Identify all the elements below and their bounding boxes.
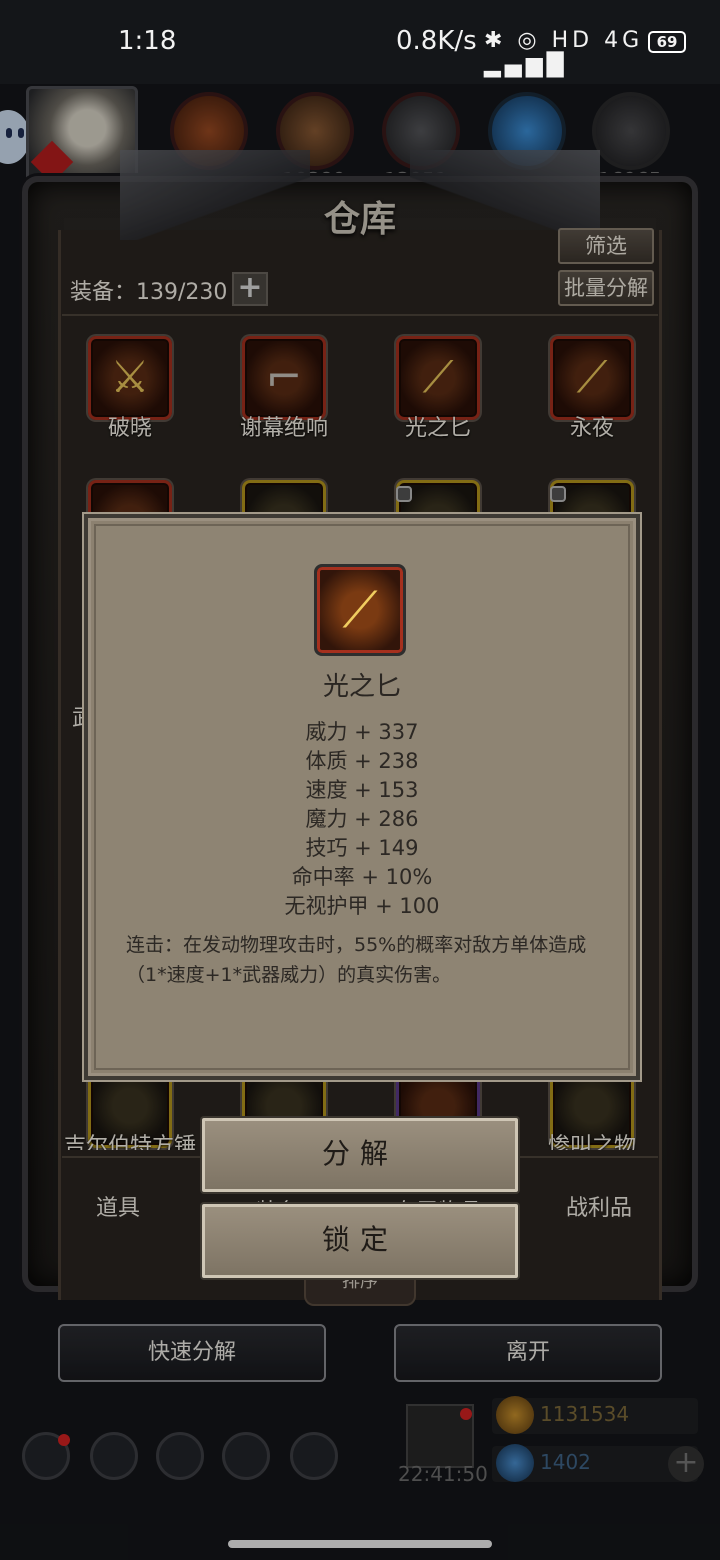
network-speed: 0.8K/s	[396, 26, 477, 56]
item-detail-name: 光之匕	[322, 672, 401, 702]
stat-line: 技巧 + 149	[305, 836, 419, 860]
stat-line: 命中率 + 10%	[291, 865, 433, 889]
stat-line: 魔力 + 286	[305, 807, 419, 831]
decompose-button[interactable]: 分解	[202, 1118, 518, 1192]
dagger-icon: ⟋	[342, 581, 378, 639]
lock-button[interactable]: 锁定	[202, 1204, 518, 1278]
item-detail-icon: ⟋	[314, 564, 406, 656]
battery-indicator: 69	[648, 31, 686, 53]
status-bar: 1:18 0.8K/s ✱ ◎ HD 4G ▂▄▆█ 69	[0, 0, 720, 84]
stat-line: 体质 + 238	[305, 749, 419, 773]
status-time: 1:18	[118, 26, 177, 56]
item-skill-description: 连击：在发动物理攻击时，55%的概率对敌方单体造成（1*速度+1*武器威力）的真…	[126, 934, 587, 986]
stat-line: 威力 + 337	[305, 720, 419, 744]
stat-line: 速度 + 153	[305, 778, 419, 802]
stat-line: 无视护甲 + 100	[284, 894, 440, 918]
item-stats: 威力 + 337 体质 + 238 速度 + 153 魔力 + 286 技巧 +…	[94, 718, 630, 921]
